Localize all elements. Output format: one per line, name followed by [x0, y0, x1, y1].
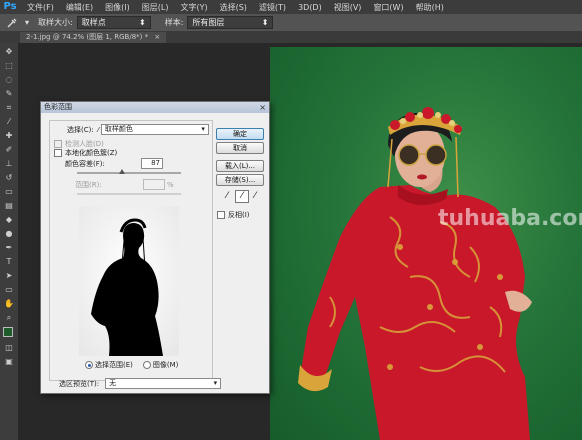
menu-view[interactable]: 视图(V)	[328, 2, 368, 13]
marquee-tool-icon[interactable]: ⬚	[3, 61, 15, 71]
selection-preview-row: 选区预览(T): 无 ▾	[59, 378, 222, 389]
fuzziness-input[interactable]: 87	[141, 158, 163, 169]
stamp-tool-icon[interactable]: ⊥	[3, 159, 15, 169]
type-tool-icon[interactable]: T	[3, 257, 15, 267]
bride-photo-illustration	[298, 107, 532, 440]
fuzziness-row: 颜色容差(F): 87	[65, 158, 163, 169]
localized-clusters-row[interactable]: 本地化颜色簇(Z)	[54, 148, 117, 158]
menu-3d[interactable]: 3D(D)	[292, 3, 328, 12]
select-dropdown[interactable]: 取样颜色 ▾	[100, 124, 209, 135]
cancel-button[interactable]: 取消	[216, 142, 264, 154]
menu-type[interactable]: 文字(Y)	[174, 2, 213, 13]
range-unit: %	[167, 180, 174, 189]
menu-select[interactable]: 选择(S)	[214, 2, 253, 13]
eyedropper-icon[interactable]: ⁄	[221, 191, 233, 202]
range-input[interactable]	[143, 179, 165, 190]
blur-tool-icon[interactable]: ◆	[3, 215, 15, 225]
sample-eyedropper-icon: ⁄	[97, 125, 99, 134]
document-tab[interactable]: 2-1.jpg @ 74.2% (图层 1, RGB/8*) * ×	[20, 32, 167, 43]
eyedropper-minus-icon[interactable]: ⁄	[249, 191, 261, 202]
selection-preview	[79, 206, 179, 356]
sample-size-select[interactable]: 取样点 ⬍	[76, 16, 151, 29]
range-label: 范围(R):	[75, 180, 102, 189]
menu-edit[interactable]: 编辑(E)	[60, 2, 99, 13]
menu-file[interactable]: 文件(F)	[21, 2, 60, 13]
load-button[interactable]: 载入(L)...	[216, 160, 264, 172]
move-tool-icon[interactable]: ✥	[3, 47, 15, 57]
fuzziness-slider-handle[interactable]	[119, 169, 125, 174]
document-tab-bar: 2-1.jpg @ 74.2% (图层 1, RGB/8*) * ×	[0, 31, 582, 43]
selection-mask-silhouette	[79, 206, 179, 356]
fuzziness-label: 颜色容差(F):	[65, 159, 105, 168]
healing-tool-icon[interactable]: ✚	[3, 131, 15, 141]
shape-tool-icon[interactable]: ▭	[3, 285, 15, 295]
selection-preview-label: 选区预览(T):	[59, 379, 100, 388]
dialog-title: 色彩范围	[44, 103, 72, 111]
invert-row[interactable]: 反相(I)	[217, 210, 250, 220]
select-label: 选择(C):	[67, 125, 94, 134]
dodge-tool-icon[interactable]: ●	[3, 229, 15, 239]
select-row: 选择(C): ⁄ 取样颜色 ▾	[67, 124, 209, 135]
menu-window[interactable]: 窗口(W)	[367, 2, 409, 13]
fuzziness-slider-track[interactable]	[77, 172, 181, 174]
eyedropper-plus-icon[interactable]: ⁄	[235, 190, 249, 203]
range-slider-track	[77, 193, 181, 195]
quick-select-tool-icon[interactable]: ✎	[3, 89, 15, 99]
invert-label: 反相(I)	[228, 211, 250, 219]
localized-clusters-checkbox[interactable]	[54, 149, 62, 157]
localized-clusters-label: 本地化颜色簇(Z)	[65, 149, 118, 157]
close-icon[interactable]: ×	[259, 102, 266, 113]
gradient-tool-icon[interactable]: ▤	[3, 201, 15, 211]
quick-mask-icon[interactable]: ◫	[3, 343, 15, 353]
view-mode-row: 选择范围(E) 图像(M)	[85, 360, 178, 370]
sample-size-label: 取样大小:	[38, 18, 73, 27]
eraser-tool-icon[interactable]: ▭	[3, 187, 15, 197]
selection-radio-label: 选择范围(E)	[95, 361, 133, 369]
image-radio-label: 图像(M)	[152, 361, 179, 369]
color-range-dialog: 色彩范围 × 选择(C): ⁄ 取样颜色 ▾ 检测人脸(D) 本地化颜色簇(Z) …	[40, 101, 270, 394]
zoom-tool-icon[interactable]: ⌕	[3, 313, 15, 323]
selection-preview-dropdown[interactable]: 无 ▾	[105, 378, 222, 389]
eyedropper-tool-icon[interactable]: ⁄	[3, 117, 15, 127]
invert-checkbox[interactable]	[217, 211, 225, 219]
image-radio[interactable]	[142, 361, 151, 369]
tools-panel: ✥ ⬚ ◌ ✎ ⌗ ⁄ ✚ ✐ ⊥ ↺ ▭ ▤ ◆ ● ✒ T ➤ ▭ ✋ ⌕ …	[0, 43, 19, 440]
dialog-title-bar: 色彩范围 ×	[41, 102, 269, 113]
options-bar: ▾ 取样大小: 取样点 ⬍ 样本: 所有图层 ⬍	[0, 14, 582, 32]
foreground-color-swatch[interactable]	[3, 327, 13, 337]
menu-filter[interactable]: 滤镜(T)	[253, 2, 292, 13]
screen-mode-icon[interactable]: ▣	[3, 357, 15, 367]
document-photo	[270, 47, 582, 440]
ok-button[interactable]: 确定	[216, 128, 264, 140]
menu-layer[interactable]: 图层(L)	[136, 2, 175, 13]
watermark-text: tuhuaba.com	[438, 206, 582, 231]
range-row: 范围(R): %	[75, 179, 174, 190]
brush-tool-icon[interactable]: ✐	[3, 145, 15, 155]
tool-preset-arrow[interactable]: ▾	[25, 18, 29, 27]
sample-label: 样本:	[164, 18, 184, 27]
menu-bar: Ps 文件(F) 编辑(E) 图像(I) 图层(L) 文字(Y) 选择(S) 滤…	[0, 0, 582, 14]
close-icon[interactable]: ×	[154, 33, 160, 41]
save-button[interactable]: 存储(S)...	[216, 174, 264, 186]
menu-image[interactable]: 图像(I)	[99, 2, 136, 13]
history-brush-icon[interactable]: ↺	[3, 173, 15, 183]
pen-tool-icon[interactable]: ✒	[3, 243, 15, 253]
lasso-tool-icon[interactable]: ◌	[3, 75, 15, 85]
detect-faces-checkbox[interactable]	[54, 140, 62, 148]
selection-radio[interactable]	[85, 361, 93, 369]
path-select-tool-icon[interactable]: ➤	[3, 271, 15, 281]
eyedropper-icon[interactable]	[3, 16, 21, 30]
photoshop-logo: Ps	[3, 1, 17, 12]
crop-tool-icon[interactable]: ⌗	[3, 103, 15, 113]
menu-help[interactable]: 帮助(H)	[410, 2, 450, 13]
sample-select[interactable]: 所有图层 ⬍	[187, 16, 274, 29]
hand-tool-icon[interactable]: ✋	[3, 299, 15, 309]
